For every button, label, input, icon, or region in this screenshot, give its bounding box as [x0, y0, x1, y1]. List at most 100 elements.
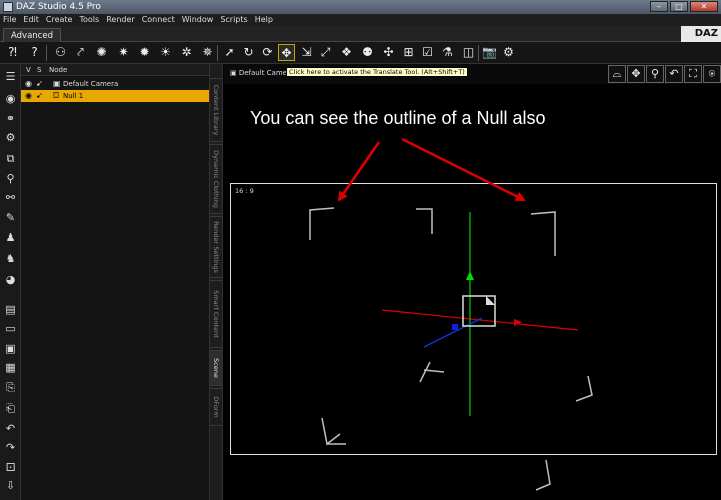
camera-tool-icon[interactable]: ⚗	[439, 44, 456, 61]
polygon-group-icon[interactable]: ✣	[380, 44, 397, 61]
save-icon[interactable]: ▦	[3, 360, 18, 375]
geometry-editor-icon[interactable]: ⊞	[400, 44, 417, 61]
menu-tools[interactable]: Tools	[79, 14, 99, 26]
null-corner-line	[423, 369, 445, 373]
pose-lock-icon[interactable]: ♞	[3, 251, 18, 266]
selectable-icon[interactable]: ➹	[36, 78, 43, 90]
menu-window[interactable]: Window	[182, 14, 214, 26]
light-tool-icon[interactable]: ✺	[93, 44, 110, 61]
eye-icon[interactable]: ◉	[25, 90, 32, 102]
null-corner-line	[416, 208, 433, 234]
menu-bar: File Edit Create Tools Render Connect Wi…	[0, 14, 721, 26]
menu-help[interactable]: Help	[255, 14, 273, 26]
tab-label: Content Library	[212, 84, 220, 136]
point-light-icon[interactable]: ✹	[136, 44, 153, 61]
tab-render-settings[interactable]: Render Settings	[210, 216, 223, 278]
menu-lines-icon[interactable]: ☰	[3, 69, 18, 84]
null-corner-line	[575, 375, 593, 402]
viewport[interactable]: ▣ Default Camera ⌓ ✥ ⚲ ↶ ⛶ ⍟ You can see…	[224, 64, 721, 500]
scale-tool-icon[interactable]: ⇲	[298, 44, 315, 61]
menu-file[interactable]: File	[3, 14, 16, 26]
menu-connect[interactable]: Connect	[142, 14, 175, 26]
menu-scripts[interactable]: Scripts	[220, 14, 247, 26]
transform-tool-icon[interactable]: ⤢	[317, 44, 334, 61]
app-icon	[3, 2, 13, 12]
menu-render[interactable]: Render	[106, 14, 134, 26]
node-weight-icon[interactable]: ✵	[199, 44, 216, 61]
merge-icon[interactable]: ▣	[3, 341, 18, 356]
tab-dform[interactable]: DForm	[210, 388, 223, 426]
new-file-icon[interactable]: ▤	[3, 302, 18, 317]
title-bar: DAZ Studio 4.5 Pro – □ ✕	[0, 0, 721, 14]
annotation-arrow-left	[337, 141, 381, 202]
tab-scene[interactable]: Scene	[210, 350, 223, 386]
side-tab-strip: Content Library Dynamic Clothing Render …	[209, 64, 223, 500]
main-toolbar: ⁈ ? ⚇ ⤤ ✺ ✷ ✹ ☀ ✲ ✵ ➚ ↻ ⟳ ✥ ⇲ ⤢ ❖ ⚉ ✣ ⊞ …	[0, 42, 721, 64]
left-tool-strip: ☰ ◉ ⚭ ⚙ ⧉ ⚲ ⚯ ✎ ♟ ♞ ◕ ▤ ▭ ▣ ▦ ⎘ ⎗ ↶ ↷ ⚀ …	[0, 64, 21, 500]
surface-selection-icon[interactable]: ❖	[338, 44, 355, 61]
camera-light-icon[interactable]: ☀	[157, 44, 174, 61]
content-library-icon[interactable]: ⚙	[3, 130, 18, 145]
scene-row-default-camera[interactable]: ◉ ➹ ▣ Default Camera	[21, 78, 209, 90]
render-camera-icon[interactable]: 📷	[481, 44, 498, 61]
maximize-button[interactable]: □	[670, 1, 688, 12]
window-controls: – □ ✕	[650, 1, 718, 12]
whats-this-icon[interactable]: ⁈	[4, 44, 21, 61]
null-corner-line	[321, 417, 346, 446]
menu-create[interactable]: Create	[46, 14, 73, 26]
globe-icon[interactable]: ◉	[3, 91, 18, 106]
minimize-button[interactable]: –	[650, 1, 668, 12]
menu-edit[interactable]: Edit	[23, 14, 39, 26]
help-icon[interactable]: ?	[26, 44, 43, 61]
null-node-icon: ⛋	[53, 91, 60, 100]
environment-icon[interactable]: ◕	[3, 272, 18, 287]
figure-tool-icon[interactable]: ⚇	[52, 44, 69, 61]
activity-tab-bar: Advanced	[0, 26, 721, 42]
daz-logo: DAZ	[681, 26, 721, 42]
translate-icon[interactable]: ✥	[278, 44, 295, 61]
bone-icon[interactable]: ⚯	[3, 190, 18, 205]
tab-content-library[interactable]: Content Library	[210, 78, 223, 142]
surface-tool-icon[interactable]: ✲	[178, 44, 195, 61]
node-selection-icon[interactable]: ⚉	[359, 44, 376, 61]
transform-gizmo	[381, 212, 579, 416]
eye-icon[interactable]: ◉	[25, 78, 32, 90]
script-icon[interactable]: ⚀	[3, 460, 18, 475]
x-axis-line	[381, 309, 579, 331]
tab-smart-content[interactable]: Smart Content	[210, 280, 223, 348]
scene-pane: V S Node ◉ ➹ ▣ Default Camera ◉ ➹ ⛋ Null…	[21, 64, 209, 500]
download-icon[interactable]: ⇩	[3, 478, 18, 493]
toolbar-separator	[46, 45, 47, 61]
x-axis-arrow	[514, 319, 522, 326]
pointer-tool-icon[interactable]: ➚	[221, 44, 238, 61]
redo-icon[interactable]: ↷	[3, 440, 18, 455]
smart-content-icon[interactable]: ⚭	[3, 111, 18, 126]
selectable-icon[interactable]: ➹	[36, 90, 43, 102]
annotation-arrow-right	[401, 137, 526, 202]
viewport-scene	[309, 137, 593, 491]
render-settings-icon[interactable]: ⚙	[500, 44, 517, 61]
window-title: DAZ Studio 4.5 Pro	[16, 2, 101, 12]
posing-icon[interactable]: ⚲	[3, 171, 18, 186]
null-corner-line	[309, 207, 335, 240]
figure-setup-icon[interactable]: ♟	[3, 230, 18, 245]
null-corner-line	[419, 361, 431, 383]
scene-row-null-1[interactable]: ◉ ➹ ⛋ Null 1	[21, 90, 209, 102]
export-icon[interactable]: ⎗	[3, 401, 18, 416]
rotate-tool-icon[interactable]: ↻	[240, 44, 257, 61]
brush-icon[interactable]: ✎	[3, 210, 18, 225]
tab-dynamic-clothing[interactable]: Dynamic Clothing	[210, 144, 223, 214]
annotation-arrows	[337, 137, 526, 202]
universal-rotate-icon[interactable]: ⟳	[259, 44, 276, 61]
region-tool-icon[interactable]: ☑	[419, 44, 436, 61]
open-folder-icon[interactable]: ▭	[3, 321, 18, 336]
z-axis-handle	[452, 324, 458, 330]
undo-icon[interactable]: ↶	[3, 421, 18, 436]
tab-advanced[interactable]: Advanced	[3, 28, 61, 42]
spot-render-icon[interactable]: ◫	[460, 44, 477, 61]
close-button[interactable]: ✕	[690, 1, 718, 12]
joint-editor-icon[interactable]: ⤤	[72, 44, 89, 61]
import-icon[interactable]: ⎘	[3, 380, 18, 395]
spotlight-icon[interactable]: ✷	[115, 44, 132, 61]
shaping-icon[interactable]: ⧉	[3, 151, 18, 166]
